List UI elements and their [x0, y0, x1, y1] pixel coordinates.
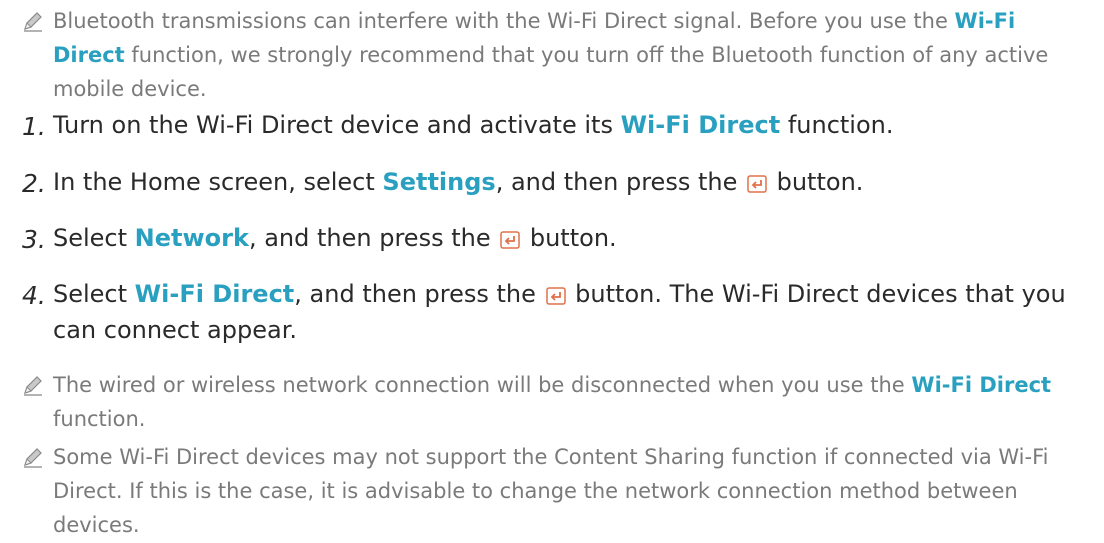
- step-2: 2. In the Home screen, select Settings, …: [22, 164, 1082, 200]
- step-number: 2.: [22, 169, 46, 198]
- wifi-direct-highlight: Wi-Fi Direct: [620, 111, 781, 139]
- pencil-note-icon: [24, 12, 42, 32]
- step-text: Select Wi-Fi Direct, and then press the …: [53, 280, 1066, 344]
- step-1: 1. Turn on the Wi-Fi Direct device and a…: [22, 107, 1082, 143]
- step-text: In the Home screen, select Settings, and…: [53, 168, 864, 196]
- network-highlight: Network: [134, 224, 249, 252]
- step-number: 3.: [22, 225, 46, 254]
- pencil-note-icon: [24, 376, 42, 396]
- wifi-direct-highlight: Wi-Fi Direct: [134, 280, 295, 308]
- step-3: 3. Select Network, and then press the bu…: [22, 220, 1082, 256]
- step-number: 4.: [22, 281, 46, 310]
- settings-highlight: Settings: [382, 168, 496, 196]
- enter-button-icon: [500, 231, 520, 249]
- step-4: 4. Select Wi-Fi Direct, and then press t…: [22, 276, 1082, 348]
- note-bluetooth: Bluetooth transmissions can interfere wi…: [22, 4, 1082, 106]
- enter-button-icon: [545, 287, 566, 305]
- pencil-note-icon: [24, 448, 42, 468]
- note-text: Bluetooth transmissions can interfere wi…: [53, 9, 1049, 101]
- note-content-sharing: Some Wi-Fi Direct devices may not suppor…: [22, 440, 1082, 542]
- note-network-disconnect: The wired or wireless network connection…: [22, 368, 1082, 436]
- step-number: 1.: [22, 112, 46, 141]
- step-text: Select Network, and then press the butto…: [53, 224, 617, 252]
- note-text: The wired or wireless network connection…: [53, 373, 1052, 431]
- wifi-direct-highlight: Wi-Fi Direct: [911, 373, 1052, 397]
- note-text: Some Wi-Fi Direct devices may not suppor…: [53, 445, 1049, 537]
- enter-button-icon: [747, 175, 767, 193]
- step-text: Turn on the Wi-Fi Direct device and acti…: [53, 111, 894, 139]
